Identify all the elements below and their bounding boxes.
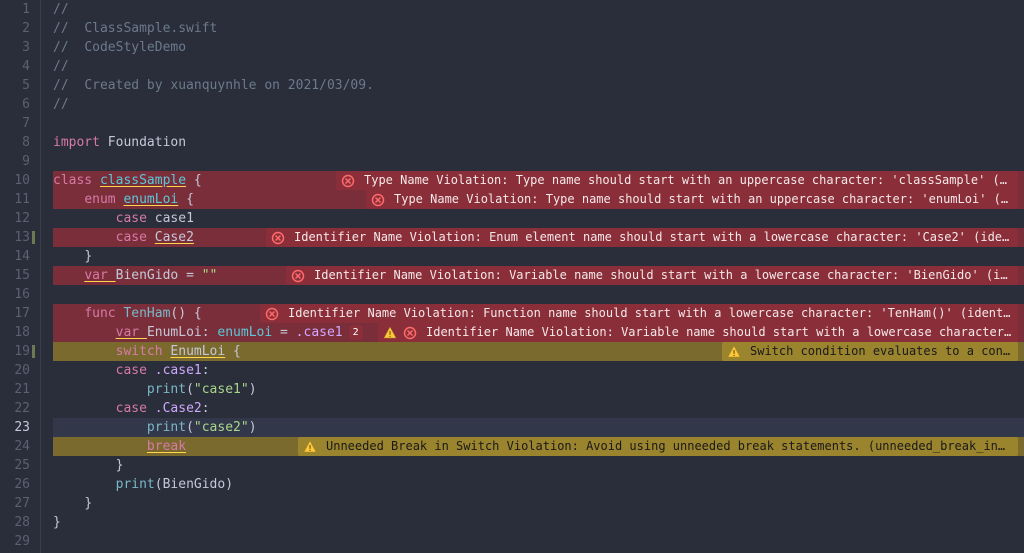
warning-message: Unneeded Break in Switch Violation: Avoi… xyxy=(322,437,1012,456)
code-line[interactable]: switch EnumLoi { ! Switch condition eval… xyxy=(53,342,1024,361)
error-icon xyxy=(366,190,390,209)
code-line[interactable]: print("case1") xyxy=(53,380,1024,399)
line-number: 16 xyxy=(6,285,30,304)
error-message: Identifier Name Violation: Variable name… xyxy=(422,323,1012,342)
error-annotation[interactable]: Type Name Violation: Type name should st… xyxy=(336,171,1018,190)
error-icon xyxy=(336,171,360,190)
error-annotation[interactable]: Identifier Name Violation: Variable name… xyxy=(286,266,1018,285)
line-number: 13 xyxy=(6,228,30,247)
line-number: 2 xyxy=(6,19,30,38)
code-line[interactable] xyxy=(53,114,1024,133)
error-message: Type Name Violation: Type name should st… xyxy=(360,171,1012,190)
line-number: 15 xyxy=(6,266,30,285)
code-line[interactable]: case case1 xyxy=(53,209,1024,228)
line-number: 23 xyxy=(6,418,30,437)
warning-annotation[interactable]: ! Unneeded Break in Switch Violation: Av… xyxy=(298,437,1018,456)
line-number: 20 xyxy=(6,361,30,380)
svg-text:!: ! xyxy=(388,330,393,339)
code-line[interactable] xyxy=(53,532,1024,551)
code-line[interactable]: print(BienGido) xyxy=(53,475,1024,494)
comment: // xyxy=(53,0,69,19)
line-number: 1 xyxy=(6,0,30,19)
code-line[interactable]: } xyxy=(53,247,1024,266)
code-line[interactable]: } xyxy=(53,494,1024,513)
svg-text:!: ! xyxy=(308,444,313,453)
line-number: 18 xyxy=(6,323,30,342)
line-number: 5 xyxy=(6,76,30,95)
error-message: Identifier Name Violation: Function name… xyxy=(284,304,1012,323)
line-number: 4 xyxy=(6,57,30,76)
line-number: 22 xyxy=(6,399,30,418)
line-number: 14 xyxy=(6,247,30,266)
code-line[interactable]: // xyxy=(53,57,1024,76)
line-number: 28 xyxy=(6,513,30,532)
line-number: 8 xyxy=(6,133,30,152)
code-editor[interactable]: 1 2 3 4 5 6 7 8 9 10 11 12 13 14 15 16 1… xyxy=(0,0,1024,553)
code-line[interactable] xyxy=(53,285,1024,304)
line-number: 27 xyxy=(6,494,30,513)
issue-count-badge[interactable]: 2 xyxy=(349,325,363,340)
line-number: 11 xyxy=(6,190,30,209)
error-annotation[interactable]: ! Identifier Name Violation: Variable na… xyxy=(378,323,1018,342)
line-number: 25 xyxy=(6,456,30,475)
line-number: 19 xyxy=(6,342,30,361)
code-line[interactable]: } xyxy=(53,513,1024,532)
warning-icon: ! xyxy=(298,437,322,456)
code-line[interactable]: // xyxy=(53,95,1024,114)
code-line[interactable]: case Case2 Identifier Name Violation: En… xyxy=(53,228,1024,247)
code-line[interactable]: class classSample { Type Name Violation:… xyxy=(53,171,1024,190)
line-gutter: 1 2 3 4 5 6 7 8 9 10 11 12 13 14 15 16 1… xyxy=(0,0,41,553)
error-message: Identifier Name Violation: Variable name… xyxy=(310,266,1012,285)
error-icon xyxy=(260,304,284,323)
code-line[interactable]: print("case2") xyxy=(53,418,1024,437)
error-icon xyxy=(266,228,290,247)
code-area[interactable]: // // ClassSample.swift // CodeStyleDemo… xyxy=(41,0,1024,553)
code-line[interactable]: case .Case2: xyxy=(53,399,1024,418)
code-line[interactable]: // Created by xuanquynhle on 2021/03/09. xyxy=(53,76,1024,95)
code-line[interactable]: } xyxy=(53,456,1024,475)
line-number: 17 xyxy=(6,304,30,323)
line-number: 3 xyxy=(6,38,30,57)
warning-icon: ! xyxy=(722,342,746,361)
line-number: 10 xyxy=(6,171,30,190)
code-line[interactable] xyxy=(53,152,1024,171)
error-annotation[interactable]: Identifier Name Violation: Enum element … xyxy=(266,228,1018,247)
code-line[interactable]: // xyxy=(53,0,1024,19)
line-number: 24 xyxy=(6,437,30,456)
error-annotation[interactable]: Type Name Violation: Type name should st… xyxy=(366,190,1018,209)
warning-annotation[interactable]: ! Switch condition evaluates to a consta… xyxy=(722,342,1018,361)
code-line[interactable]: import Foundation xyxy=(53,133,1024,152)
code-line[interactable]: var EnumLoi: enumLoi = .case1 2 ! Identi… xyxy=(53,323,1024,342)
line-number: 6 xyxy=(6,95,30,114)
line-number: 29 xyxy=(6,532,30,551)
error-message: Identifier Name Violation: Enum element … xyxy=(290,228,1012,247)
code-line[interactable]: // ClassSample.swift xyxy=(53,19,1024,38)
error-message: Type Name Violation: Type name should st… xyxy=(390,190,1012,209)
line-number: 7 xyxy=(6,114,30,133)
code-line[interactable]: enum enumLoi { Type Name Violation: Type… xyxy=(53,190,1024,209)
error-annotation[interactable]: Identifier Name Violation: Function name… xyxy=(260,304,1018,323)
line-number: 21 xyxy=(6,380,30,399)
warning-message: Switch condition evaluates to a constant xyxy=(746,342,1012,361)
code-line[interactable]: func TenHam() { Identifier Name Violatio… xyxy=(53,304,1024,323)
code-line[interactable]: var BienGido = "" Identifier Name Violat… xyxy=(53,266,1024,285)
code-line[interactable]: // CodeStyleDemo xyxy=(53,38,1024,57)
code-line[interactable]: case .case1: xyxy=(53,361,1024,380)
line-number: 12 xyxy=(6,209,30,228)
line-number: 9 xyxy=(6,152,30,171)
svg-text:!: ! xyxy=(732,349,737,358)
error-icon xyxy=(286,266,310,285)
code-line[interactable]: break ! Unneeded Break in Switch Violati… xyxy=(53,437,1024,456)
error-icon xyxy=(398,323,422,342)
line-number: 26 xyxy=(6,475,30,494)
